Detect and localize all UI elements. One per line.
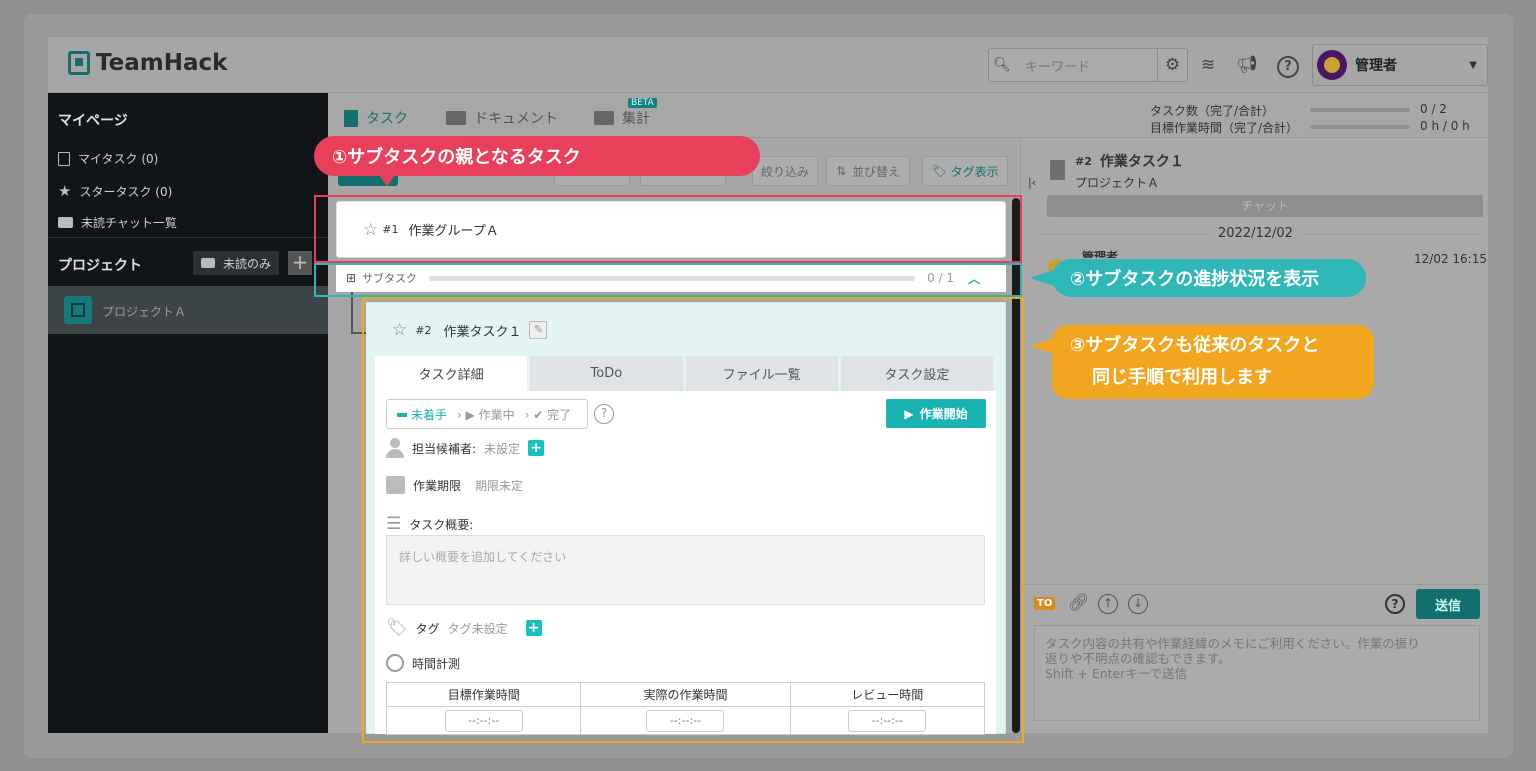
megaphone-icon[interactable]: 📢︎ [1232, 48, 1262, 82]
sidebar-item-unread-chat[interactable]: 未読チャット一覧 [58, 214, 177, 231]
tag-display-button[interactable]: 🏷︎ タグ表示 [922, 156, 1008, 186]
tab-summary-label: 集計 [622, 111, 650, 127]
to-badge[interactable]: TO [1034, 597, 1056, 610]
layers-icon[interactable]: ≋ [1193, 48, 1223, 82]
top-bar [48, 37, 1488, 93]
attach-icon[interactable]: 🔗︎ [1068, 593, 1090, 613]
search-icon: 🔍︎ [993, 57, 1011, 73]
add-project-button[interactable]: + [288, 251, 312, 275]
chat-project-name: プロジェクトＡ [1075, 176, 1160, 190]
tab-task[interactable]: タスク [344, 108, 408, 128]
task-count-bar [1310, 108, 1410, 112]
sidebar-divider [48, 237, 328, 238]
message-time: 12/02 16:15 [1414, 252, 1487, 266]
callout-text: ②サブタスクの進捗状況を表示 [1070, 269, 1320, 290]
search-input[interactable]: キーワード [1025, 56, 1090, 75]
tag-display-label: タグ表示 [950, 164, 999, 179]
gear-icon[interactable]: ⚙ [1157, 48, 1187, 82]
user-name: 管理者 [1355, 58, 1397, 74]
callout-text: 同じ手順で利用します [1092, 367, 1272, 388]
callout-pointer [1030, 270, 1054, 286]
logo-icon [68, 51, 90, 75]
highlight-parent-task [314, 195, 1022, 263]
project-icon [64, 296, 92, 324]
filter-label: 絞り込み [760, 164, 809, 179]
tab-document-label: ドキュメント [474, 111, 558, 127]
help-icon[interactable]: ? [1385, 594, 1405, 614]
chat-task-header: #2 作業タスク１ [1075, 151, 1184, 171]
upload-icon[interactable]: ↑ [1098, 594, 1118, 614]
callout-pointer [1030, 338, 1054, 354]
callout-subtask-progress: ②サブタスクの進捗状況を表示 [1052, 259, 1366, 297]
chat-icon [201, 258, 215, 268]
chat-placeholder-line: タスク内容の共有や作業経緯のメモにご利用ください。作業の振り [1045, 636, 1420, 651]
collapse-icon[interactable]: |‹ [1028, 176, 1036, 189]
chat-placeholder-line: Shift + Enterキーで送信 [1045, 666, 1188, 681]
callout-parent-task: ①サブタスクの親となるタスク [314, 136, 760, 176]
tab-task-label: タスク [366, 111, 408, 127]
user-menu[interactable]: 管理者 ▼ [1312, 44, 1488, 86]
sidebar-item-startask[interactable]: ★ スタータスク (0) [58, 182, 172, 200]
chat-input[interactable]: タスク内容の共有や作業経緯のメモにご利用ください。作業の振り 返りや不明点の確認… [1034, 625, 1480, 721]
download-icon[interactable]: ↓ [1128, 594, 1148, 614]
unread-only-toggle[interactable]: 未読のみ [193, 251, 280, 275]
tag-icon: 🏷︎ [931, 164, 947, 178]
callout-subtask-usage: ③サブタスクも従来のタスクと 同じ手順で利用します [1052, 325, 1374, 399]
search-box[interactable]: 🔍︎ キーワード ⚙ [988, 48, 1188, 82]
sidebar-item-label: 未読チャット一覧 [81, 216, 177, 230]
book-icon [446, 111, 466, 125]
task-count-label: タスク数（完了/合計） [1150, 104, 1275, 118]
message-author: 管理者 [1082, 250, 1119, 258]
sort-icon: ⇅ [835, 164, 847, 178]
highlight-subtask-progress [314, 263, 1022, 297]
send-button[interactable]: 送信 [1416, 589, 1480, 619]
highlight-subtask-panel [362, 297, 1024, 743]
callout-text: ①サブタスクの親となるタスク [332, 147, 581, 168]
mypage-title: マイページ [58, 113, 128, 129]
help-icon[interactable]: ? [1273, 48, 1303, 82]
date-separator: 2022/12/02 [1206, 226, 1305, 241]
target-time-bar [1310, 125, 1410, 129]
target-time-value: 0 h / 0 h [1420, 119, 1470, 133]
task-count-value: 0 / 2 [1420, 102, 1447, 116]
sidebar-item-label: スタータスク (0) [79, 184, 173, 199]
unread-only-label: 未読のみ [223, 256, 272, 271]
book-icon [594, 111, 614, 125]
star-icon: ★ [58, 182, 72, 200]
tab-document[interactable]: ドキュメント [446, 108, 558, 128]
document-icon [344, 109, 358, 127]
sidebar-item-label: マイタスク (0) [78, 152, 159, 166]
document-icon [58, 151, 70, 166]
beta-badge: BETA [628, 98, 657, 108]
target-time-label: 目標作業時間（完了/合計） [1150, 121, 1299, 135]
logo-text: TeamHack [96, 50, 228, 76]
callout-pointer [378, 174, 396, 186]
sidebar-item-mytask[interactable]: マイタスク (0) [58, 150, 158, 167]
callout-text: ③サブタスクも従来のタスクと [1070, 335, 1320, 356]
project-name: プロジェクトＡ [102, 305, 187, 319]
chat-icon [58, 217, 73, 228]
filter-button[interactable]: 絞り込み [752, 156, 818, 186]
project-title: プロジェクト [58, 258, 142, 274]
tab-summary[interactable]: 集計 BETA [594, 98, 657, 128]
input-divider [1020, 584, 1488, 585]
document-icon [1050, 160, 1065, 180]
chat-tab[interactable]: チャット [1047, 195, 1483, 217]
avatar [1317, 50, 1347, 80]
sort-button[interactable]: ⇅ 並び替え [826, 156, 910, 186]
chevron-down-icon: ▼ [1469, 59, 1477, 71]
chat-placeholder-line: 返りや不明点の確認もできます。 [1045, 651, 1231, 666]
sort-label: 並び替え [852, 164, 901, 179]
task-title: 作業タスク１ [1099, 154, 1184, 170]
logo[interactable]: TeamHack [68, 50, 227, 76]
task-number: #2 [1075, 154, 1092, 168]
